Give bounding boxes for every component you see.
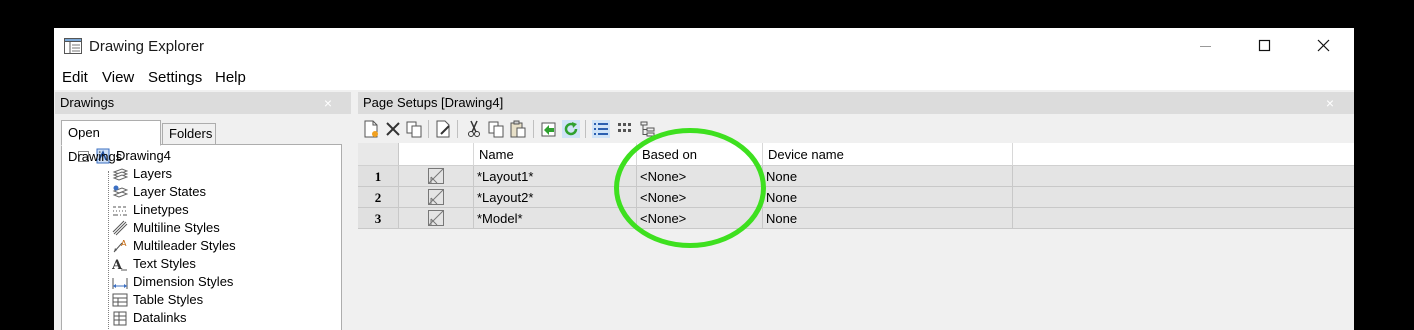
close-button[interactable] <box>1294 28 1352 64</box>
menu-help[interactable]: Help <box>215 69 246 86</box>
layer-states-icon <box>112 185 128 198</box>
svg-text:A: A <box>121 239 127 248</box>
paste-icon[interactable] <box>509 120 527 138</box>
drawings-panel-header: Drawings <box>55 92 351 114</box>
drawings-tree: − Drawing4 Layers Layer States Linetypes <box>61 144 342 330</box>
copy-to-icon[interactable] <box>405 120 423 138</box>
col-header-name[interactable]: Name <box>474 143 637 166</box>
details-view-icon[interactable] <box>592 120 610 138</box>
text-styles-icon: A <box>112 258 127 272</box>
multiline-styles-icon <box>112 220 128 236</box>
page-setup-icon <box>428 210 444 226</box>
row-number: 1 <box>358 166 399 187</box>
table-row[interactable]: 1 *Layout1* <None> None <box>358 166 1354 187</box>
cut-icon[interactable] <box>465 120 483 138</box>
tree-item-layer-states[interactable]: Layer States <box>112 183 312 201</box>
dimension-styles-icon <box>112 278 128 289</box>
table-row[interactable]: 3 *Model* <None> None <box>358 208 1354 229</box>
minimize-icon <box>1200 46 1211 47</box>
page-setup-icon <box>428 168 444 184</box>
tree-item-datalinks[interactable]: Datalinks <box>112 309 312 327</box>
cell-device-name[interactable]: None <box>763 208 1013 229</box>
page-setups-grid: Name Based on Device name 1 *Layout1* <N… <box>358 143 1354 330</box>
minimize-button[interactable] <box>1176 28 1234 64</box>
window-title: Drawing Explorer <box>89 38 205 55</box>
tree-item-dimension-styles[interactable]: Dimension Styles <box>112 273 312 291</box>
cell-name[interactable]: *Layout1* <box>474 166 637 187</box>
page-setup-cell-icon <box>399 208 474 229</box>
toolbar-separator <box>533 120 534 138</box>
tab-open-drawings[interactable]: Open Drawings <box>61 120 161 164</box>
cell-filler <box>1013 166 1354 187</box>
tree-item-multileader-styles[interactable]: A Multileader Styles <box>112 237 312 255</box>
drawings-panel-title: Drawings <box>60 95 115 110</box>
tiles-view-icon[interactable] <box>616 120 634 138</box>
page-setup-icon <box>428 189 444 205</box>
page-setup-cell-icon <box>399 166 474 187</box>
refresh-icon[interactable] <box>562 120 580 138</box>
toolbar-separator <box>428 120 429 138</box>
row-number: 3 <box>358 208 399 229</box>
page-setups-panel: Page Setups [Drawing4] × Name Based on D… <box>358 92 1354 330</box>
tab-folders[interactable]: Folders <box>162 123 216 145</box>
edit-icon[interactable] <box>434 120 452 138</box>
tree-connector <box>108 171 109 330</box>
tree-item-table-styles[interactable]: Table Styles <box>112 291 312 309</box>
menu-edit[interactable]: Edit <box>62 69 88 86</box>
cell-device-name[interactable]: None <box>763 187 1013 208</box>
linetypes-icon <box>113 206 127 216</box>
import-icon[interactable] <box>540 120 558 138</box>
cell-name[interactable]: *Model* <box>474 208 637 229</box>
row-number: 2 <box>358 187 399 208</box>
delete-icon[interactable] <box>384 120 402 138</box>
page-setups-panel-header: Page Setups [Drawing4] <box>358 92 1354 114</box>
menu-bar: Edit View Settings Help <box>54 64 1354 90</box>
cell-name[interactable]: *Layout2* <box>474 187 637 208</box>
multileader-styles-icon: A <box>113 239 127 253</box>
new-icon[interactable] <box>362 120 380 138</box>
toolbar-separator <box>585 120 586 138</box>
table-styles-icon <box>112 293 128 307</box>
cell-device-name[interactable]: None <box>763 166 1013 187</box>
tree-item-linetypes[interactable]: Linetypes <box>112 201 312 219</box>
page-setups-panel-title: Page Setups [Drawing4] <box>363 95 504 110</box>
drawings-panel-close-icon[interactable]: × <box>321 92 335 114</box>
cell-filler <box>1013 187 1354 208</box>
page-setup-cell-icon <box>399 187 474 208</box>
table-row[interactable]: 2 *Layout2* <None> None <box>358 187 1354 208</box>
drawing-explorer-icon <box>64 38 82 54</box>
highlight-ellipse <box>614 128 766 248</box>
page-setups-toolbar <box>362 118 1352 140</box>
page-setups-panel-close-icon[interactable]: × <box>1323 92 1337 114</box>
menu-settings[interactable]: Settings <box>148 69 202 86</box>
col-header-icon <box>399 143 474 166</box>
tree-item-multiline-styles[interactable]: Multiline Styles <box>112 219 312 237</box>
tree-item-layers[interactable]: Layers <box>112 165 312 183</box>
toolbar-separator <box>457 120 458 138</box>
grid-corner <box>358 143 399 166</box>
col-header-filler <box>1013 143 1354 166</box>
maximize-button[interactable] <box>1235 28 1293 64</box>
maximize-icon <box>1258 39 1271 52</box>
drawings-panel: Drawings × Open Drawings Folders − Drawi… <box>55 92 352 330</box>
title-bar: Drawing Explorer <box>54 28 1354 64</box>
tree-root-label: Drawing4 <box>116 148 171 163</box>
menu-view[interactable]: View <box>102 69 134 86</box>
datalinks-icon <box>113 311 127 326</box>
copy-icon[interactable] <box>487 120 505 138</box>
tree-item-text-styles[interactable]: A Text Styles <box>112 255 312 273</box>
cell-filler <box>1013 208 1354 229</box>
close-icon <box>1317 39 1330 52</box>
col-header-device-name[interactable]: Device name <box>763 143 1013 166</box>
